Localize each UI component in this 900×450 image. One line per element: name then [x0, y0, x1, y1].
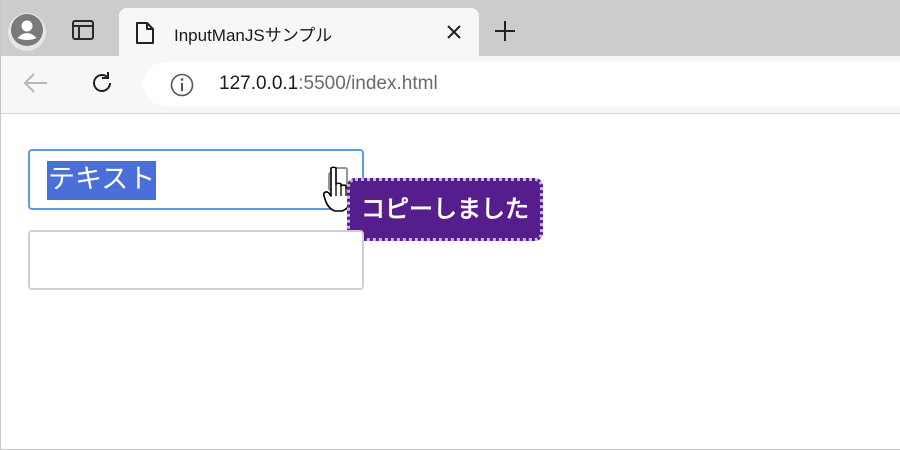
profile-icon [8, 11, 46, 53]
tab-title: InputManJSサンプル [174, 26, 333, 45]
address-bar[interactable]: 127.0.0.1:5500/index.html [143, 62, 900, 106]
url-path: :5500/index.html [298, 73, 438, 94]
vertical-tabs-button[interactable] [65, 16, 101, 48]
info-icon[interactable] [169, 72, 195, 102]
file-icon [135, 21, 155, 49]
reload-button[interactable] [85, 68, 119, 102]
close-tab-button[interactable] [441, 20, 467, 46]
back-arrow-icon [23, 72, 49, 98]
reload-icon [89, 70, 115, 100]
new-tab-button[interactable] [489, 17, 521, 49]
profile-button[interactable] [8, 13, 46, 51]
text-input[interactable]: テキスト [28, 149, 364, 210]
browser-window: InputManJSサンプル 127.0.0.1:5500/index.html… [0, 0, 900, 450]
page-content: テキスト コピーしました [1, 114, 900, 449]
back-button[interactable] [19, 68, 53, 102]
close-icon [447, 24, 461, 43]
vertical-tabs-icon [72, 20, 94, 44]
url-host: 127.0.0.1 [219, 73, 299, 94]
input-value-selected: テキスト [47, 161, 157, 200]
url-text: 127.0.0.1:5500/index.html [219, 73, 438, 95]
plus-icon [494, 20, 516, 46]
copied-tooltip: コピーしました [347, 178, 543, 241]
toolbar: 127.0.0.1:5500/index.html [1, 56, 900, 114]
empty-text-input[interactable] [28, 230, 364, 290]
tab-strip: InputManJSサンプル [1, 0, 900, 56]
active-tab[interactable]: InputManJSサンプル [119, 8, 479, 56]
